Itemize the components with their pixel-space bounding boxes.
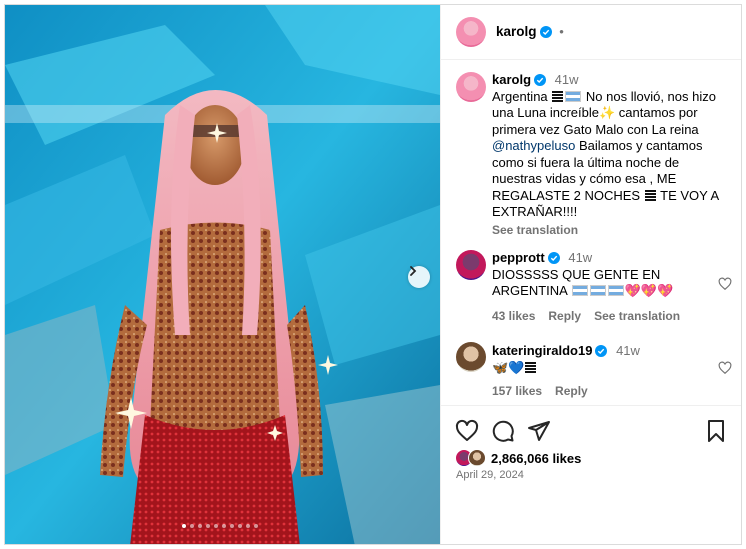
verified-badge-icon bbox=[539, 26, 552, 38]
liker-avatar bbox=[468, 449, 486, 467]
share-icon[interactable] bbox=[527, 419, 551, 443]
post-header: karolg • bbox=[441, 5, 741, 60]
comment-username[interactable]: pepprott bbox=[492, 250, 545, 265]
comment-time[interactable]: 41w bbox=[616, 343, 640, 358]
flag-emoji-icon bbox=[552, 90, 564, 102]
bookmark-icon[interactable] bbox=[704, 419, 728, 443]
comment-like-heart-icon[interactable] bbox=[718, 361, 732, 375]
carousel-dot bbox=[222, 524, 226, 528]
carousel-dot bbox=[238, 524, 242, 528]
post-caption: karolg 41w Argentina No nos llovió, nos … bbox=[492, 72, 724, 238]
verified-badge-icon bbox=[547, 252, 560, 264]
argentina-flag-icon bbox=[571, 285, 588, 296]
verified-badge-icon bbox=[534, 74, 547, 86]
carousel-dot bbox=[214, 524, 218, 528]
caption-time[interactable]: 41w bbox=[555, 72, 579, 87]
sparkles-icon: ✨ bbox=[598, 105, 616, 120]
comment-likes[interactable]: 157 likes bbox=[492, 384, 542, 398]
carousel-dot bbox=[190, 524, 194, 528]
author-username-row[interactable]: karolg • bbox=[496, 24, 564, 39]
commenter-avatar[interactable] bbox=[456, 342, 486, 372]
comment-icon[interactable] bbox=[491, 419, 515, 443]
header-separator: • bbox=[559, 24, 564, 39]
caption-author-avatar[interactable] bbox=[456, 72, 486, 102]
comment-likes[interactable]: 43 likes bbox=[492, 309, 535, 323]
argentina-flag-icon bbox=[607, 285, 624, 296]
carousel-dot bbox=[198, 524, 202, 528]
comment-username[interactable]: kateringiraldo19 bbox=[492, 343, 592, 358]
post-side-panel: karolg • karolg 41w Argentina No nos llo… bbox=[440, 5, 741, 544]
carousel-indicator bbox=[182, 524, 258, 528]
caption-see-translation[interactable]: See translation bbox=[492, 222, 724, 239]
likes-count[interactable]: 2,866,066 likes bbox=[491, 451, 581, 466]
chevron-right-icon bbox=[410, 266, 417, 276]
comment-1: pepprott 41w DIOSSSSS QUE GENTE EN ARGEN… bbox=[492, 250, 702, 300]
comment-text: 🦋💙 bbox=[492, 359, 525, 375]
carousel-next-button[interactable] bbox=[408, 266, 430, 288]
comment-time[interactable]: 41w bbox=[568, 250, 592, 265]
comments-scroll-area[interactable]: karolg 41w Argentina No nos llovió, nos … bbox=[441, 60, 741, 405]
comment-like-heart-icon[interactable] bbox=[718, 277, 732, 291]
post-media[interactable] bbox=[5, 5, 440, 544]
caption-username[interactable]: karolg bbox=[492, 72, 531, 87]
heart-emoji-icon: 💖💖💖 bbox=[624, 283, 674, 298]
commenter-avatar[interactable] bbox=[456, 250, 486, 280]
argentina-flag-icon bbox=[565, 90, 582, 102]
heart-icon[interactable] bbox=[455, 419, 479, 443]
post-date[interactable]: April 29, 2024 bbox=[456, 469, 524, 481]
carousel-dot bbox=[182, 524, 186, 528]
post-actions: 2,866,066 likes April 29, 2024 bbox=[441, 405, 741, 544]
argentina-flag-icon bbox=[589, 285, 606, 296]
comment-2-meta: 157 likes Reply bbox=[492, 384, 588, 398]
comment-2: kateringiraldo19 41w 🦋💙 bbox=[492, 343, 702, 376]
flag-emoji-icon bbox=[525, 361, 537, 373]
comment-1-meta: 43 likes Reply See translation bbox=[492, 309, 680, 323]
carousel-dot bbox=[230, 524, 234, 528]
post-dialog: karolg • karolg 41w Argentina No nos llo… bbox=[4, 4, 742, 545]
likes-row[interactable]: 2,866,066 likes bbox=[455, 449, 581, 467]
comment-reply-button[interactable]: Reply bbox=[548, 309, 581, 323]
comment-reply-button[interactable]: Reply bbox=[555, 384, 588, 398]
verified-badge-icon bbox=[595, 345, 608, 357]
caption-mention-link[interactable]: @nathypeluso bbox=[492, 138, 575, 153]
carousel-dot bbox=[246, 524, 250, 528]
carousel-dot bbox=[206, 524, 210, 528]
comment-see-translation[interactable]: See translation bbox=[594, 309, 680, 323]
carousel-dot bbox=[254, 524, 258, 528]
flag-emoji-icon bbox=[644, 189, 656, 201]
caption-text-1: Argentina bbox=[492, 88, 548, 104]
performer-photo bbox=[5, 5, 440, 544]
author-avatar[interactable] bbox=[456, 17, 486, 47]
author-username[interactable]: karolg bbox=[496, 24, 537, 39]
